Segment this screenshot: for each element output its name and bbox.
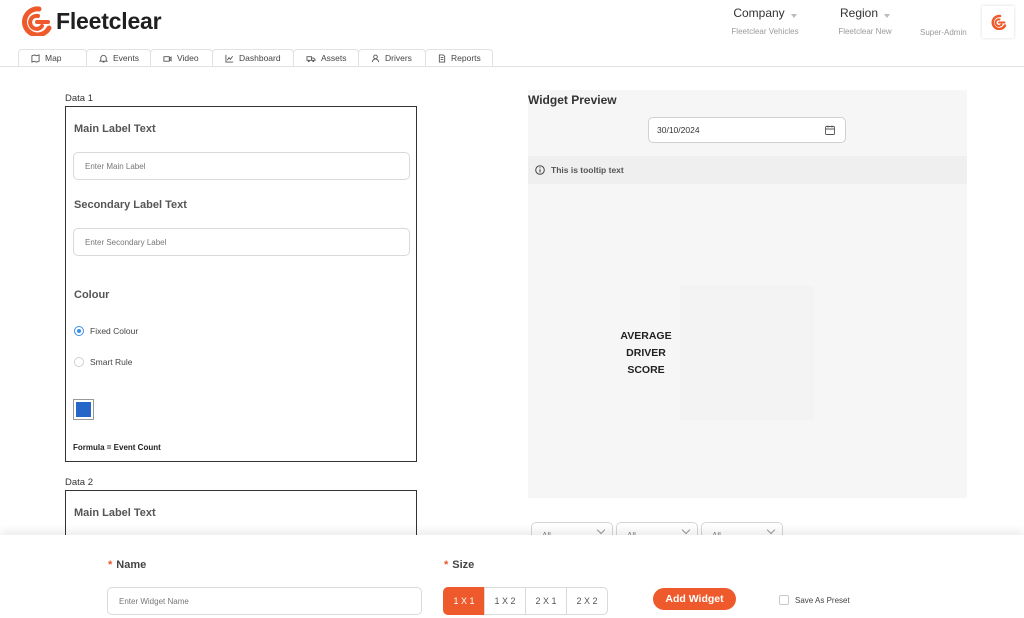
size-2x2-button[interactable]: 2 X 2 — [566, 587, 608, 615]
metric-line: SCORE — [627, 364, 665, 376]
date-picker[interactable]: 30/10/2024 — [648, 117, 846, 143]
name-label-text: Name — [116, 559, 147, 571]
main-label-heading: Main Label Text — [74, 123, 156, 135]
tab-label: Drivers — [385, 53, 412, 63]
user-icon — [371, 54, 380, 62]
tab-video[interactable]: Video — [150, 49, 213, 66]
size-label: * Size — [444, 559, 474, 571]
top-header: Fleetclear Company Fleetclear Vehicles R… — [0, 0, 1024, 48]
tab-events[interactable]: Events — [86, 49, 151, 66]
widget-preview-title: Widget Preview — [528, 93, 617, 107]
data-1-title: Data 1 — [65, 93, 93, 104]
metric-line: DRIVER — [626, 347, 666, 359]
fixed-colour-label: Fixed Colour — [90, 326, 139, 336]
tooltip-text: This is tooltip text — [551, 165, 624, 175]
region-label: Region — [839, 6, 879, 20]
tab-map[interactable]: Map — [18, 49, 87, 66]
chevron-down-icon — [766, 525, 776, 535]
metric-card — [680, 286, 814, 420]
main-label-placeholder: Enter Main Label — [85, 161, 146, 171]
map-icon — [31, 53, 40, 63]
fixed-colour-radio[interactable] — [74, 326, 84, 336]
fleetclear-logo-icon — [991, 14, 1007, 30]
size-1x1-button[interactable]: 1 X 1 — [443, 587, 485, 615]
company-value: Fleetclear Vehicles — [731, 27, 799, 36]
tab-drivers[interactable]: Drivers — [358, 49, 426, 66]
chart-icon — [225, 54, 234, 63]
tab-label: Map — [45, 53, 62, 63]
smart-rule-option[interactable]: Smart Rule — [74, 357, 133, 367]
data-1-panel: Main Label Text Enter Main Label Seconda… — [65, 106, 417, 462]
secondary-label-input[interactable]: Enter Secondary Label — [73, 228, 410, 256]
chevron-down-icon — [681, 525, 691, 535]
widget-builder-page: Fleetclear Company Fleetclear Vehicles R… — [0, 0, 1024, 618]
brand-name: Fleetclear — [56, 7, 162, 34]
avatar[interactable] — [982, 6, 1014, 38]
calendar-icon — [825, 125, 835, 135]
required-mark: * — [444, 559, 449, 571]
main-label-heading: Main Label Text — [74, 507, 156, 519]
smart-rule-radio[interactable] — [74, 357, 84, 367]
main-nav: Map Events Video Dashboard Assets Driver… — [18, 49, 493, 66]
colour-swatch[interactable] — [73, 399, 94, 420]
save-as-preset[interactable]: Save As Preset — [779, 595, 850, 605]
tooltip-bar: This is tooltip text — [528, 156, 967, 184]
colour-swatch-fill — [76, 402, 91, 417]
chevron-down-icon — [596, 525, 606, 535]
document-icon — [438, 54, 446, 62]
tab-label: Video — [177, 53, 199, 63]
data-2-title: Data 2 — [65, 477, 93, 488]
brand-logo[interactable]: Fleetclear — [17, 6, 162, 36]
tab-label: Reports — [451, 53, 481, 63]
bell-icon — [99, 54, 108, 63]
add-widget-button[interactable]: Add Widget — [653, 588, 736, 610]
tab-label: Events — [113, 53, 139, 63]
preset-label: Save As Preset — [795, 595, 850, 605]
preset-checkbox[interactable] — [779, 595, 789, 605]
user-role: Super-Admin — [920, 28, 967, 37]
widget-settings-footer: * Name Enter Widget Name * Size 1 X 1 1 X … — [0, 535, 1024, 618]
size-2x1-button[interactable]: 2 X 1 — [525, 587, 567, 615]
company-selector[interactable]: Company Fleetclear Vehicles — [719, 6, 811, 36]
smart-rule-label: Smart Rule — [90, 357, 133, 367]
main-label-input[interactable]: Enter Main Label — [73, 152, 410, 180]
tab-label: Dashboard — [239, 53, 281, 63]
info-icon[interactable] — [535, 165, 545, 175]
date-value: 30/10/2024 — [657, 125, 700, 135]
region-value: Fleetclear New — [838, 27, 892, 36]
colour-heading: Colour — [74, 289, 110, 301]
fleetclear-logo-icon — [22, 6, 52, 36]
company-label: Company — [733, 6, 785, 20]
tab-assets[interactable]: Assets — [293, 49, 359, 66]
tab-dashboard[interactable]: Dashboard — [212, 49, 294, 66]
name-label: * Name — [108, 559, 146, 571]
required-mark: * — [108, 559, 113, 571]
chevron-down-icon — [884, 14, 891, 18]
chevron-down-icon — [790, 14, 797, 18]
size-selector: 1 X 1 1 X 2 2 X 1 2 X 2 — [443, 587, 608, 615]
size-label-text: Size — [452, 559, 475, 571]
tab-label: Assets — [321, 53, 347, 63]
formula-text: Formula = Event Count — [73, 443, 161, 452]
fixed-colour-option[interactable]: Fixed Colour — [74, 326, 138, 336]
truck-icon — [306, 55, 316, 62]
region-selector[interactable]: Region Fleetclear New — [826, 6, 904, 36]
secondary-label-heading: Secondary Label Text — [74, 199, 187, 211]
nav-divider — [0, 66, 1024, 67]
metric-title: AVERAGE DRIVER SCORE — [600, 328, 692, 379]
metric-line: AVERAGE — [620, 330, 672, 342]
tab-reports[interactable]: Reports — [425, 49, 493, 66]
secondary-label-placeholder: Enter Secondary Label — [85, 237, 167, 247]
widget-name-placeholder: Enter Widget Name — [119, 596, 189, 606]
video-icon — [163, 55, 172, 62]
widget-name-input[interactable]: Enter Widget Name — [107, 587, 422, 615]
size-1x2-button[interactable]: 1 X 2 — [484, 587, 526, 615]
